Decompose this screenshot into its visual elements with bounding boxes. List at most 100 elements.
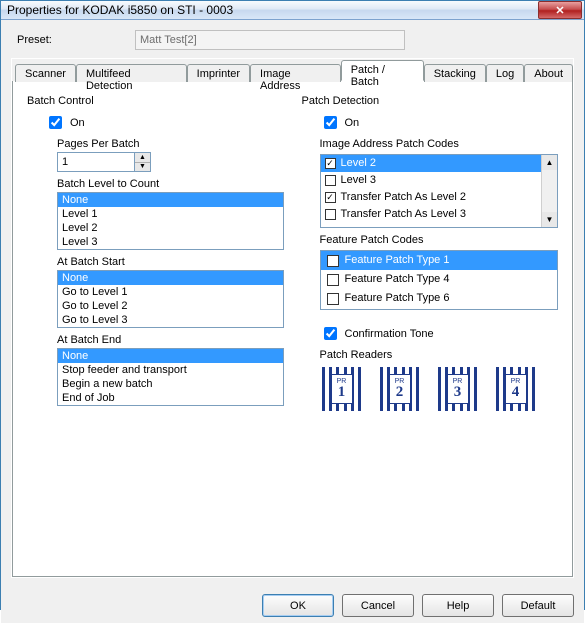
at-batch-start-listbox[interactable]: NoneGo to Level 1Go to Level 2Go to Leve… — [57, 270, 284, 328]
tab-scanner[interactable]: Scanner — [15, 64, 76, 82]
tab-imprinter[interactable]: Imprinter — [187, 64, 250, 82]
tab-patch-batch[interactable]: Patch / Batch — [341, 60, 424, 81]
pages-per-batch-label: Pages Per Batch — [57, 138, 284, 150]
list-item[interactable]: Level 2 — [58, 221, 283, 235]
pages-per-batch-input[interactable] — [57, 152, 135, 172]
checklist-item[interactable]: Feature Patch Type 1 — [321, 251, 558, 270]
list-item[interactable]: None — [58, 193, 283, 207]
checklist-label: Transfer Patch As Level 3 — [341, 206, 467, 223]
patch-reader-1[interactable]: PR1 — [320, 367, 364, 411]
checklist-item[interactable]: ✓ Level 2 — [321, 155, 542, 172]
cancel-button[interactable]: Cancel — [342, 594, 414, 617]
preset-input[interactable] — [135, 30, 405, 50]
titlebar: Properties for KODAK i5850 on STI - 0003… — [1, 1, 584, 20]
checkbox-icon[interactable] — [327, 293, 339, 305]
feature-codes-listbox[interactable]: Feature Patch Type 1 Feature Patch Type 4… — [320, 250, 559, 310]
patch-reader-number: 2 — [396, 385, 404, 400]
patch-on-checkbox[interactable] — [324, 116, 337, 129]
patch-readers-label: Patch Readers — [320, 349, 559, 361]
checklist-item[interactable]: Feature Patch Type 6 — [321, 289, 558, 308]
spinner-down-icon[interactable]: ▼ — [135, 163, 150, 172]
patch-reader-3[interactable]: PR3 — [436, 367, 480, 411]
list-item[interactable]: Go to Level 2 — [58, 299, 283, 313]
at-batch-start-label: At Batch Start — [57, 256, 284, 268]
help-button[interactable]: Help — [422, 594, 494, 617]
batch-on-checkbox[interactable] — [49, 116, 62, 129]
patch-reader-number: 4 — [512, 385, 520, 400]
tab-panel-patch-batch: Batch Control On Pages Per Batch ▲ ▼ Bat… — [12, 80, 573, 577]
list-item[interactable]: Stop feeder and transport — [58, 363, 283, 377]
patch-detection-column: Patch Detection On Image Address Patch C… — [302, 91, 559, 566]
list-item[interactable]: Level 3 — [58, 235, 283, 249]
checkbox-icon[interactable]: ✓ — [325, 158, 336, 169]
content-area: Preset: ScannerMultifeed DetectionImprin… — [1, 20, 584, 588]
spinner-up-icon[interactable]: ▲ — [135, 153, 150, 163]
close-icon: ✕ — [555, 4, 564, 17]
at-batch-end-label: At Batch End — [57, 334, 284, 346]
tab-image-address[interactable]: Image Address — [250, 64, 341, 82]
spinner-arrows: ▲ ▼ — [135, 152, 151, 172]
batch-control-heading: Batch Control — [27, 95, 284, 107]
addr-codes-scrollbar[interactable]: ▲ ▼ — [541, 155, 557, 227]
confirm-tone-row[interactable]: Confirmation Tone — [320, 324, 559, 343]
patch-reader-badge: PR3 — [447, 374, 469, 404]
checkbox-icon[interactable] — [327, 255, 339, 267]
checkbox-icon[interactable] — [325, 175, 336, 186]
properties-window: Properties for KODAK i5850 on STI - 0003… — [0, 0, 585, 610]
pages-per-batch-spinner[interactable]: ▲ ▼ — [57, 152, 157, 172]
checkbox-icon[interactable]: ✓ — [325, 192, 336, 203]
list-item[interactable]: Begin a new batch — [58, 377, 283, 391]
checklist-label: Transfer Patch As Level 2 — [341, 189, 467, 206]
addr-codes-listbox[interactable]: ✓ Level 2Level 3 ✓ Transfer Patch As Level … — [321, 155, 542, 227]
tab-log[interactable]: Log — [486, 64, 524, 82]
close-button[interactable]: ✕ — [538, 1, 582, 19]
list-item[interactable]: None — [58, 271, 283, 285]
checkbox-icon[interactable] — [327, 274, 339, 286]
patch-detection-heading: Patch Detection — [302, 95, 559, 107]
batch-on-label: On — [70, 117, 85, 129]
scroll-up-icon[interactable]: ▲ — [542, 155, 557, 170]
list-item[interactable]: None — [58, 349, 283, 363]
tab-stacking[interactable]: Stacking — [424, 64, 486, 82]
patch-on-label: On — [345, 117, 360, 129]
patch-reader-4[interactable]: PR4 — [494, 367, 538, 411]
batch-control-column: Batch Control On Pages Per Batch ▲ ▼ Bat… — [27, 91, 284, 566]
tab-multifeed-detection[interactable]: Multifeed Detection — [76, 64, 187, 82]
checklist-label: Level 3 — [341, 172, 376, 189]
ok-button[interactable]: OK — [262, 594, 334, 617]
patch-reader-badge: PR4 — [505, 374, 527, 404]
tab-about[interactable]: About — [524, 64, 573, 82]
patch-readers-row: PR1 PR2 PR3 PR4 — [320, 367, 559, 411]
checklist-item[interactable]: Feature Patch Type 4 — [321, 270, 558, 289]
checklist-label: Feature Patch Type 6 — [345, 290, 450, 307]
tab-row: ScannerMultifeed DetectionImprinterImage… — [12, 59, 573, 81]
confirm-tone-checkbox[interactable] — [324, 327, 337, 340]
tab-container: ScannerMultifeed DetectionImprinterImage… — [11, 58, 574, 578]
checklist-item[interactable]: ✓ Transfer Patch As Level 2 — [321, 189, 542, 206]
scroll-down-icon[interactable]: ▼ — [542, 212, 557, 227]
window-title: Properties for KODAK i5850 on STI - 0003 — [7, 3, 538, 17]
patch-reader-badge: PR2 — [389, 374, 411, 404]
list-item[interactable]: End of Job — [58, 391, 283, 405]
feature-codes-label: Feature Patch Codes — [320, 234, 559, 246]
batch-level-label: Batch Level to Count — [57, 178, 284, 190]
list-item[interactable]: Level 1 — [58, 207, 283, 221]
preset-label: Preset: — [17, 34, 127, 46]
checkbox-icon[interactable] — [325, 209, 336, 220]
list-item[interactable]: Go to Level 3 — [58, 313, 283, 327]
at-batch-end-listbox[interactable]: NoneStop feeder and transportBegin a new… — [57, 348, 284, 406]
batch-on-row[interactable]: On — [45, 113, 284, 132]
patch-on-row[interactable]: On — [320, 113, 559, 132]
scroll-track[interactable] — [542, 170, 557, 212]
checklist-item[interactable]: Level 3 — [321, 172, 542, 189]
checklist-label: Level 2 — [341, 155, 376, 172]
footer: OK Cancel Help Default — [1, 588, 584, 623]
checklist-item[interactable]: Transfer Patch As Level 3 — [321, 206, 542, 223]
batch-level-listbox[interactable]: NoneLevel 1Level 2Level 3 — [57, 192, 284, 250]
patch-reader-2[interactable]: PR2 — [378, 367, 422, 411]
default-button[interactable]: Default — [502, 594, 574, 617]
checklist-label: Feature Patch Type 4 — [345, 271, 450, 288]
checklist-label: Feature Patch Type 1 — [345, 252, 450, 269]
list-item[interactable]: Go to Level 1 — [58, 285, 283, 299]
addr-codes-label: Image Address Patch Codes — [320, 138, 559, 150]
